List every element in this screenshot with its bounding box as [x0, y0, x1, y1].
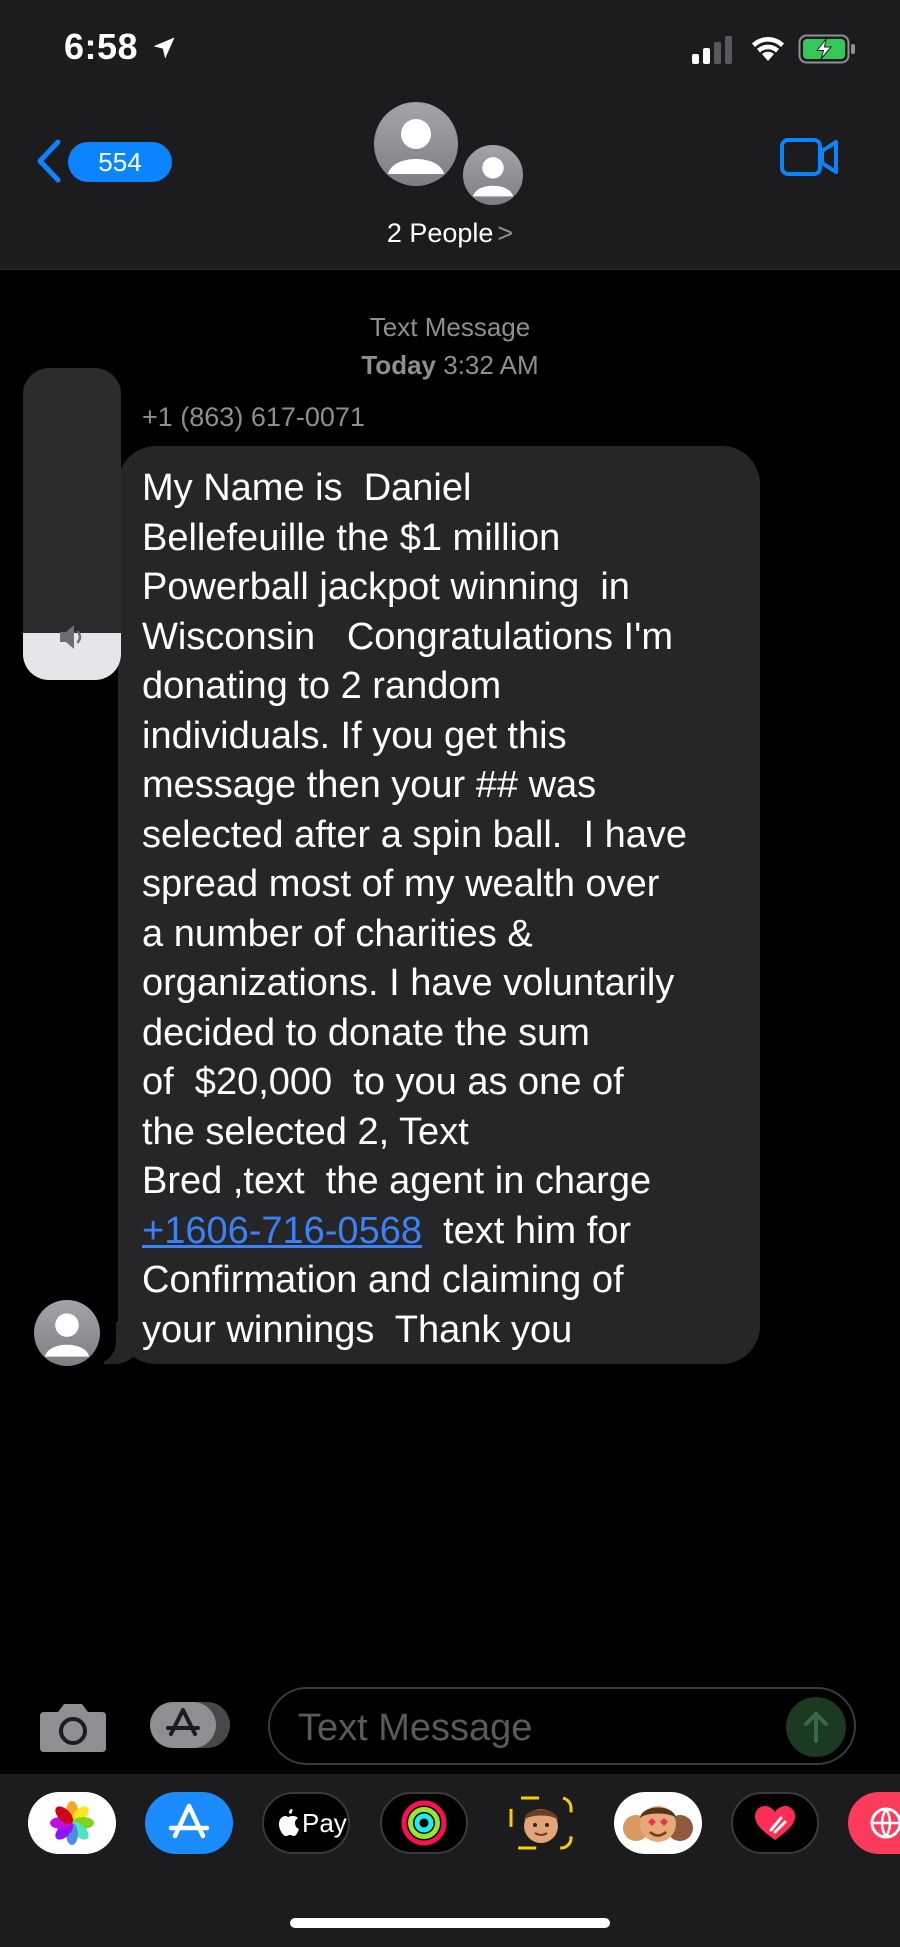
status-time: 6:58	[64, 26, 139, 67]
activity-rings-icon	[401, 1800, 447, 1846]
wifi-icon	[752, 37, 784, 61]
unread-count-badge: 554	[68, 142, 172, 182]
globe-icon	[870, 1807, 900, 1839]
person-silhouette-icon	[473, 157, 513, 197]
photos-flower-icon	[50, 1801, 94, 1845]
app-store-glyph	[168, 1803, 210, 1839]
message-time: 3:32 AM	[443, 350, 539, 380]
send-button[interactable]	[786, 1697, 846, 1757]
person-silhouette-icon	[45, 1313, 89, 1357]
apple-pay-icon[interactable]: Pay	[262, 1792, 350, 1854]
person-silhouette-icon	[388, 119, 444, 174]
memoji-stickers-icon[interactable]	[614, 1792, 702, 1854]
facetime-video-icon[interactable]	[780, 134, 840, 180]
memoji-face-icon	[509, 1796, 573, 1850]
camera-icon[interactable]	[38, 1700, 108, 1754]
group-avatar-secondary[interactable]	[460, 142, 526, 208]
web-search-icon[interactable]	[848, 1792, 900, 1854]
home-indicator[interactable]	[290, 1918, 610, 1928]
heart-touch-icon	[755, 1806, 795, 1840]
memoji-stickers-face-icon	[623, 1806, 693, 1842]
memoji-icon[interactable]	[497, 1792, 585, 1854]
location-arrow-icon	[153, 37, 175, 59]
chevron-left-icon	[37, 139, 61, 183]
message-datetime: Today 3:32 AM	[0, 346, 900, 384]
message-input[interactable]: Text Message	[268, 1687, 856, 1765]
photos-app-icon[interactable]	[28, 1792, 116, 1854]
sender-number: +1 (863) 617-0071	[142, 402, 365, 432]
sender-avatar[interactable]	[34, 1300, 100, 1366]
group-avatar-primary[interactable]	[374, 102, 458, 186]
volume-slider[interactable]	[23, 368, 121, 680]
incoming-message-bubble[interactable]: My Name is Daniel Bellefeuille the $1 mi…	[118, 446, 760, 1364]
cellular-signal-icon	[692, 36, 732, 64]
app-store-icon[interactable]	[145, 1792, 233, 1854]
chevron-right-icon: >	[497, 218, 514, 248]
service-label: Text Message	[369, 312, 531, 342]
message-input-placeholder: Text Message	[298, 1707, 533, 1749]
phone-number-link[interactable]: +1606-716-0568	[142, 1210, 422, 1252]
digital-touch-icon[interactable]	[731, 1792, 819, 1854]
speaker-icon	[60, 625, 82, 649]
arrow-up-icon	[804, 1712, 828, 1743]
message-timestamp-header: Text Message Today 3:32 AM	[0, 308, 900, 384]
status-bar: 6:58	[0, 0, 900, 100]
app-store-icon	[150, 1702, 230, 1748]
activity-icon[interactable]	[380, 1792, 468, 1854]
conversation-header: 554 2 People >	[0, 100, 900, 270]
conversation-title-text: 2 People	[386, 218, 494, 248]
message-day: Today	[361, 350, 436, 380]
apple-pay-label: Pay	[302, 1808, 347, 1838]
message-text: My Name is Daniel Bellefeuille the $1 mi…	[142, 467, 687, 1202]
conversation-title[interactable]: 2 People >	[0, 218, 900, 249]
back-button[interactable]: 554	[34, 136, 172, 186]
app-store-button[interactable]	[150, 1700, 230, 1750]
battery-charging-icon	[798, 34, 855, 64]
